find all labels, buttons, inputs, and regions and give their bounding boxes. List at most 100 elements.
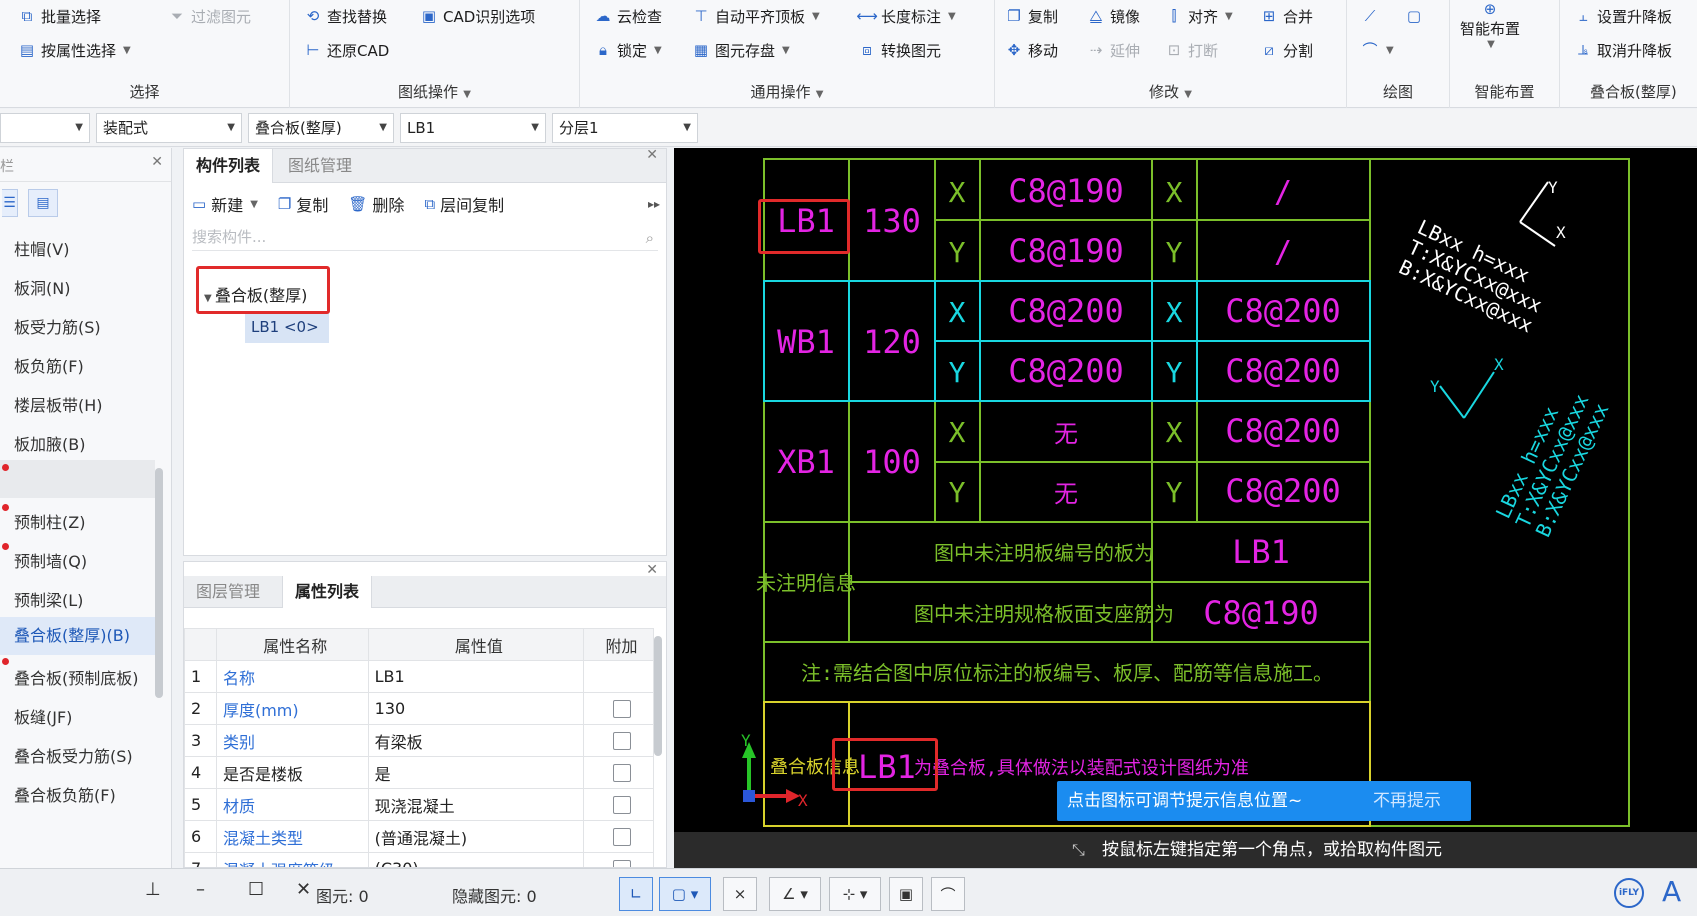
nav-item[interactable]: 柱帽(V) <box>14 236 69 260</box>
display-button[interactable]: ▣ <box>889 877 923 911</box>
offset-button[interactable]: ⊹ ▾ <box>829 877 881 911</box>
draw-arc-button[interactable]: ⌒ ▼ <box>1361 37 1393 63</box>
nav-item[interactable]: 预制柱(Z) <box>14 509 85 533</box>
prop-value[interactable]: (普通混凝土) <box>367 820 585 853</box>
extra-checkbox[interactable] <box>612 700 631 719</box>
pin-icon[interactable]: ⊥ <box>145 879 161 900</box>
nav-item[interactable]: 叠合板(预制底板) <box>14 665 139 689</box>
select-mode-button[interactable]: ▢ ▾ <box>659 877 711 911</box>
convert-element-button[interactable]: ⧈ 转换图元 <box>858 37 941 63</box>
component-dropdown[interactable]: LB1 ▼ <box>400 113 546 143</box>
nav-item[interactable]: 板受力筋(S) <box>14 314 101 338</box>
dont-show-again-link[interactable]: 不再提示 <box>1373 781 1441 821</box>
draw-rect-button[interactable]: ▢ <box>1405 3 1423 29</box>
tab-properties[interactable]: 属性列表 <box>282 576 373 608</box>
set-raise-button[interactable]: ⫠ 设置升降板 <box>1574 3 1672 29</box>
table-row[interactable]: 6 混凝土类型 (普通混凝土) <box>184 820 654 853</box>
cloud-check-button[interactable]: ☁ 云检查 <box>594 3 663 29</box>
extra-checkbox[interactable] <box>612 828 631 847</box>
cad-canvas[interactable]: LB1 130 X Y C8@190 C8@190 X Y / / WB1 12… <box>674 148 1697 868</box>
nav-item[interactable]: 叠合板受力筋(S) <box>14 743 133 767</box>
angle-snap-button[interactable]: ∠ ▾ <box>769 877 821 911</box>
prop-value[interactable]: LB1 <box>367 660 585 693</box>
hint-tooltip[interactable]: 点击图标可调节提示信息位置~ 不再提示 <box>1057 781 1471 821</box>
floor-copy-button[interactable]: ⧉ 层间复制 <box>424 192 504 216</box>
minimize-icon[interactable]: – <box>196 879 205 900</box>
prop-value[interactable]: 130 <box>367 692 585 725</box>
find-replace-button[interactable]: ⟲ 查找替换 <box>304 3 387 29</box>
close-icon[interactable]: ✕ <box>151 154 163 170</box>
save-element-button[interactable]: ▦ 图元存盘 ▼ <box>692 37 790 63</box>
close-icon[interactable]: ✕ <box>296 879 311 900</box>
mirror-button[interactable]: ⧋ 镜像 <box>1087 3 1140 29</box>
tree-view-icon[interactable]: ▤ <box>28 189 58 217</box>
cancel-raise-button[interactable]: ⫡ 取消升降板 <box>1574 37 1672 63</box>
component-type-dropdown[interactable]: 叠合板(整厚) ▼ <box>248 113 394 143</box>
split-button[interactable]: ⧄ 分割 <box>1260 37 1313 63</box>
nav-item[interactable]: 板加腋(B) <box>14 431 85 455</box>
search-input[interactable]: 搜索构件... ⌕ <box>192 225 658 251</box>
group-label-general-ops[interactable]: 通用操作 ▼ <box>580 81 994 102</box>
nav-item[interactable]: 板缝(JF) <box>14 704 72 728</box>
table-row[interactable]: 3 类别 有梁板 <box>184 724 654 757</box>
properties-scrollbar[interactable] <box>654 636 662 756</box>
copy-button[interactable]: ❐ 复制 <box>1005 3 1058 29</box>
auto-align-top-button[interactable]: ⊤ 自动平齐顶板 ▼ <box>692 3 819 29</box>
ortho-snap-button[interactable]: ∟ <box>619 877 653 911</box>
group-label-modify[interactable]: 修改 ▼ <box>995 81 1346 102</box>
ifly-logo-icon[interactable]: iFLY <box>1614 878 1644 908</box>
category-dropdown[interactable]: 装配式 ▼ <box>96 113 242 143</box>
extra-checkbox[interactable] <box>612 732 631 751</box>
lock-button[interactable]: 🔒︎ 锁定 ▼ <box>594 37 662 63</box>
table-row[interactable]: 5 材质 现浇混凝土 <box>184 788 654 821</box>
extra-checkbox[interactable] <box>612 860 631 867</box>
group-label-drawing-ops[interactable]: 图纸操作 ▼ <box>290 81 579 102</box>
draw-line-button[interactable]: ⟋ <box>1361 3 1379 29</box>
close-icon[interactable]: ✕ <box>646 562 658 578</box>
cross-select-button[interactable]: ⨯ <box>723 877 757 911</box>
font-size-icon[interactable]: A <box>1662 875 1681 908</box>
nav-item[interactable]: 叠合板负筋(F) <box>14 782 116 806</box>
table-row[interactable]: 2 厚度(mm) 130 <box>184 692 654 725</box>
curve-button[interactable]: ⌒ <box>931 877 965 911</box>
batch-select-button[interactable]: ⧉ 批量选择 <box>18 3 101 29</box>
layer-dropdown[interactable]: 分层1 ▼ <box>552 113 698 143</box>
align-button[interactable]: ⫿ 对齐 ▼ <box>1165 3 1233 29</box>
table-row[interactable]: 7混凝土强度等级(C30) <box>184 852 654 867</box>
tab-layer-management[interactable]: 图层管理 <box>184 576 272 608</box>
cad-options-button[interactable]: ▣ CAD识别选项 <box>420 3 535 29</box>
prop-value[interactable]: 是 <box>367 756 585 789</box>
move-button[interactable]: ✥ 移动 <box>1005 37 1058 63</box>
more-icon[interactable]: ▸▸ <box>648 197 660 211</box>
copy-component-button[interactable]: ❐ 复制 <box>278 192 328 216</box>
extra-checkbox[interactable] <box>612 796 631 815</box>
delete-button[interactable]: 🗑︎ 删除 <box>348 192 404 216</box>
nav-item[interactable]: 板负筋(F) <box>14 353 84 377</box>
navigator-scrollbar[interactable] <box>155 468 163 698</box>
nav-item[interactable]: 预制梁(L) <box>14 587 83 611</box>
length-dim-button[interactable]: ⟷ 长度标注 ▼ <box>856 3 955 29</box>
tab-drawing-management[interactable]: 图纸管理 <box>276 149 364 183</box>
table-row[interactable]: 1 名称 LB1 <box>184 660 654 693</box>
select-by-attribute-button[interactable]: ▤ 按属性选择 ▼ <box>18 37 131 63</box>
smart-layout-button[interactable]: ⊕ 智能布置 ▼ <box>1460 0 1520 60</box>
table-row[interactable]: 4 是否是楼板是 <box>184 756 654 789</box>
nav-item-selected[interactable]: 叠合板(整厚)(B) <box>0 617 155 655</box>
tab-component-list[interactable]: 构件列表 <box>184 149 274 183</box>
extend-button[interactable]: ⇢ 延伸 <box>1087 37 1140 63</box>
break-button[interactable]: ⊡ 打断 <box>1165 37 1218 63</box>
prop-value[interactable]: (C30) <box>367 852 585 867</box>
cad-drawing[interactable]: LB1 130 X Y C8@190 C8@190 X Y / / WB1 12… <box>674 148 1697 868</box>
filter-element-button[interactable]: ⏷ 过滤图元 <box>168 3 251 29</box>
restore-cad-button[interactable]: ⊢ 还原CAD <box>304 37 389 63</box>
tree-child-node[interactable]: LB1 <0> <box>245 311 329 343</box>
nav-item[interactable]: 板洞(N) <box>14 275 70 299</box>
nav-item[interactable]: 楼层板带(H) <box>14 392 103 416</box>
list-view-icon[interactable]: ☰ <box>2 189 18 217</box>
new-button[interactable]: ▭ 新建 ▼ <box>192 192 258 216</box>
extra-checkbox[interactable] <box>612 764 631 783</box>
prop-value[interactable]: 有梁板 <box>367 724 585 757</box>
close-icon[interactable]: ✕ <box>646 147 658 163</box>
floor-dropdown[interactable]: ▼ <box>0 113 90 143</box>
prop-value[interactable]: 现浇混凝土 <box>367 788 585 821</box>
